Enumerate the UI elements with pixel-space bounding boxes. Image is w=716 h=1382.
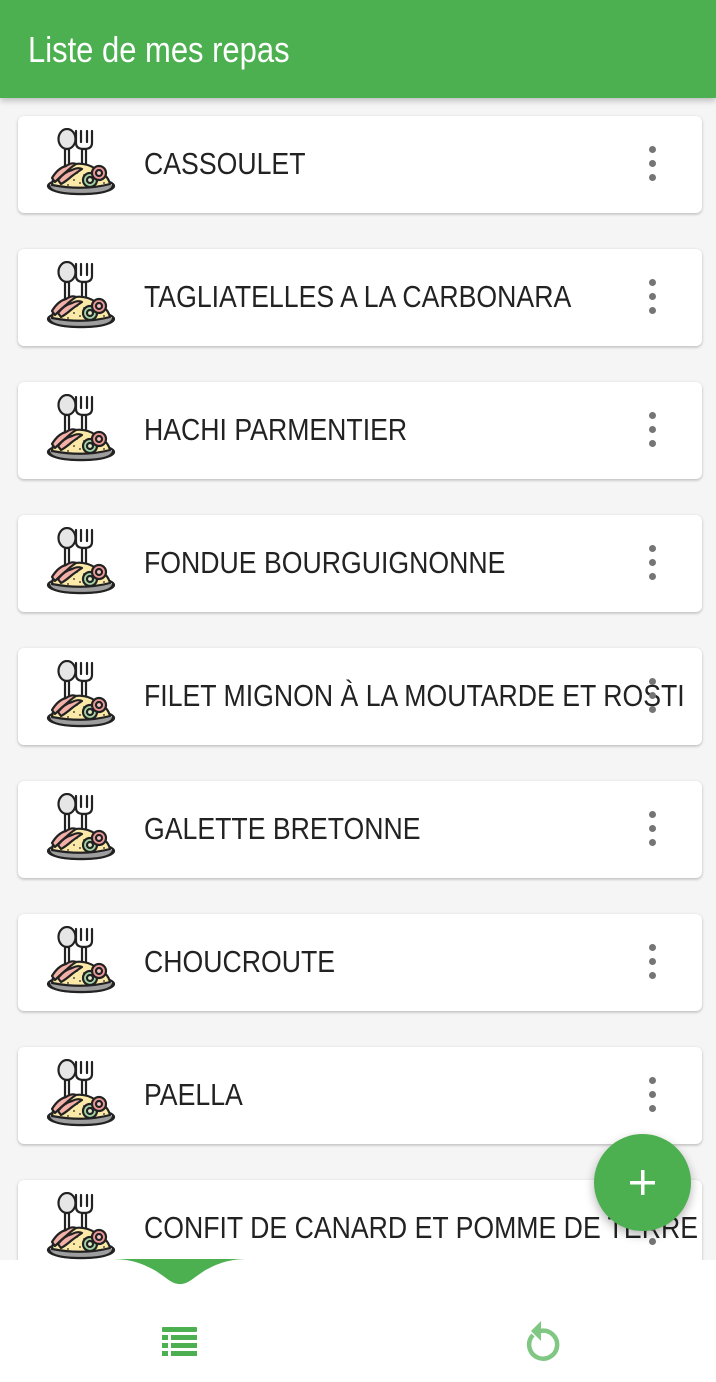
meal-name: GALETTE BRETONNE xyxy=(144,811,421,846)
meal-plate-icon xyxy=(44,526,118,599)
meal-name: FILET MIGNON À LA MOUTARDE ET ROSTI xyxy=(144,678,685,713)
meal-card[interactable]: FILET MIGNON À LA MOUTARDE ET ROSTI xyxy=(18,648,702,745)
meal-card[interactable]: HACHI PARMENTIER xyxy=(18,382,702,479)
more-options-button[interactable] xyxy=(638,938,668,986)
meal-plate-icon xyxy=(44,659,118,732)
meal-plate-icon xyxy=(44,260,118,333)
meal-card[interactable]: FONDUE BOURGUIGNONNE xyxy=(18,515,702,612)
meal-name: FONDUE BOURGUIGNONNE xyxy=(144,545,506,580)
add-meal-button[interactable] xyxy=(594,1134,691,1231)
more-options-button[interactable] xyxy=(638,1071,668,1119)
tab-meal-list[interactable] xyxy=(0,1260,358,1382)
meal-name: TAGLIATELLES A LA CARBONARA xyxy=(144,279,572,314)
meal-card[interactable]: CHOUCROUTE xyxy=(18,914,702,1011)
meal-card[interactable]: PAELLA xyxy=(18,1047,702,1144)
more-options-button[interactable] xyxy=(638,140,668,188)
meal-name: CASSOULET xyxy=(144,146,306,181)
meal-card[interactable]: GALETTE BRETONNE xyxy=(18,781,702,878)
app-bar: Liste de mes repas xyxy=(0,0,716,98)
meal-name: HACHI PARMENTIER xyxy=(144,412,408,447)
meal-plate-icon xyxy=(44,1191,118,1260)
list-icon xyxy=(162,1327,197,1356)
meal-plate-icon xyxy=(44,1058,118,1131)
meal-plate-icon xyxy=(44,792,118,865)
meal-list[interactable]: CASSOULET TAGLIATELLES A LA CARBONARA HACH… xyxy=(0,98,716,1260)
bottom-navigation xyxy=(0,1259,716,1382)
meal-plate-icon xyxy=(44,127,118,200)
page-title: Liste de mes repas xyxy=(28,29,290,70)
tab-history[interactable] xyxy=(358,1260,716,1382)
more-options-button[interactable] xyxy=(638,539,668,587)
meal-name: CHOUCROUTE xyxy=(144,944,336,979)
meal-name: PAELLA xyxy=(144,1077,243,1112)
plus-icon xyxy=(630,1170,655,1195)
meal-plate-icon xyxy=(44,925,118,998)
refresh-icon xyxy=(526,1321,560,1361)
meal-name: CONFIT DE CANARD ET POMME DE TERRE xyxy=(144,1210,699,1245)
meal-plate-icon xyxy=(44,393,118,466)
more-options-button[interactable] xyxy=(638,805,668,853)
meal-card[interactable]: TAGLIATELLES A LA CARBONARA xyxy=(18,249,702,346)
meal-card[interactable]: CASSOULET xyxy=(18,116,702,213)
more-options-button[interactable] xyxy=(638,406,668,454)
more-options-button[interactable] xyxy=(638,273,668,321)
more-options-button[interactable] xyxy=(638,672,668,720)
